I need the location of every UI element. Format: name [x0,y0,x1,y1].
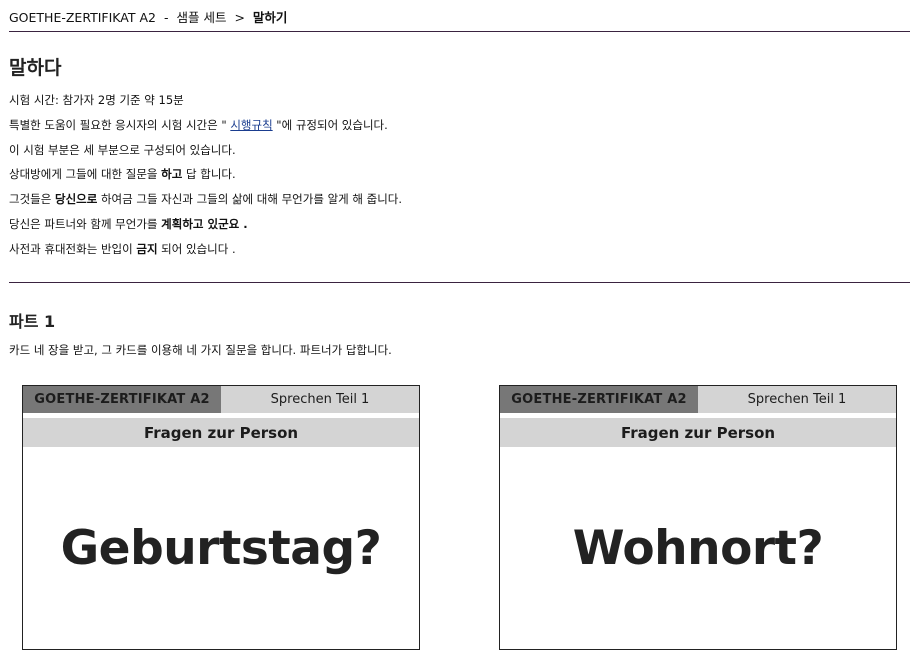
card-header: GOETHE-ZERTIFIKAT A2 Sprechen Teil 1 [500,386,896,413]
breadcrumb-exam[interactable]: GOETHE-ZERTIFIKAT A2 [9,10,156,25]
page-title: 말하다 [9,57,62,79]
info-ask: 상대방에게 그들에 대한 질문을 하고 답 합니다. [9,166,236,182]
info-ask-pre: 상대방에게 그들에 대한 질문을 [9,167,162,181]
card-subtitle: Fragen zur Person [500,418,896,447]
info-forbidden-post: 되어 있습니다 . [157,242,236,256]
breadcrumb: GOETHE-ZERTIFIKAT A2 - 샘플 세트 > 말하기 [9,7,287,26]
card-keyword: Geburtstag? [60,521,382,576]
info-special-needs-pre: 특별한 도움이 필요한 응시자의 시험 시간은 " [9,118,231,132]
info-plan-pre: 당신은 파트너와 함께 무언가를 [9,217,162,231]
divider-middle [9,282,910,283]
exam-card: GOETHE-ZERTIFIKAT A2 Sprechen Teil 1 Fra… [22,385,420,650]
info-forbidden-bold: 금지 [136,242,158,256]
info-learn-bold: 당신으로 [54,192,98,206]
info-structure: 이 시험 부분은 세 부분으로 구성되어 있습니다. [9,142,236,158]
card-teil-label: Sprechen Teil 1 [221,386,419,413]
info-ask-post: 답 합니다. [182,167,236,181]
breadcrumb-current: 말하기 [252,10,288,25]
info-learn-pre: 그것들은 [9,192,55,206]
breadcrumb-section[interactable]: 샘플 세트 [176,10,226,25]
info-special-needs: 특별한 도움이 필요한 응시자의 시험 시간은 " 시행규칙 "에 규정되어 있… [9,117,388,133]
card-exam-label: GOETHE-ZERTIFIKAT A2 [23,386,221,413]
card-subtitle: Fragen zur Person [23,418,419,447]
info-plan: 당신은 파트너와 함께 무언가를 계획하고 있군요 . [9,216,248,232]
breadcrumb-separator: > [234,10,245,25]
info-forbidden-pre: 사전과 휴대전화는 반입이 [9,242,137,256]
exam-card: GOETHE-ZERTIFIKAT A2 Sprechen Teil 1 Fra… [499,385,897,650]
info-learn: 그것들은 당신으로 하여금 그들 자신과 그들의 삶에 대해 무언가를 알게 해… [9,191,402,207]
info-special-needs-post: "에 규정되어 있습니다. [272,118,388,132]
info-ask-bold: 하고 [161,167,183,181]
page: GOETHE-ZERTIFIKAT A2 - 샘플 세트 > 말하기 말하다 시… [0,0,910,661]
rules-link[interactable]: 시행규칙 [230,118,272,132]
info-plan-bold: 계획하고 있군요 . [161,217,248,231]
part1-description: 카드 네 장을 받고, 그 카드를 이용해 네 가지 질문을 합니다. 파트너가… [9,343,392,357]
breadcrumb-dash: - [163,10,169,25]
card-exam-label: GOETHE-ZERTIFIKAT A2 [500,386,698,413]
card-header: GOETHE-ZERTIFIKAT A2 Sprechen Teil 1 [23,386,419,413]
info-forbidden: 사전과 휴대전화는 반입이 금지 되어 있습니다 . [9,241,236,257]
card-teil-label: Sprechen Teil 1 [698,386,896,413]
divider-top [9,31,910,32]
info-structure-text: 이 시험 부분은 세 부분으로 구성되어 있습니다. [9,143,236,157]
info-learn-post: 하여금 그들 자신과 그들의 삶에 대해 무언가를 알게 해 줍니다. [97,192,403,206]
part1-title: 파트 1 [9,312,56,331]
info-duration-text: 시험 시간: 참가자 2명 기준 약 15분 [9,93,184,107]
info-duration: 시험 시간: 참가자 2명 기준 약 15분 [9,92,184,108]
card-keyword: Wohnort? [572,521,824,576]
